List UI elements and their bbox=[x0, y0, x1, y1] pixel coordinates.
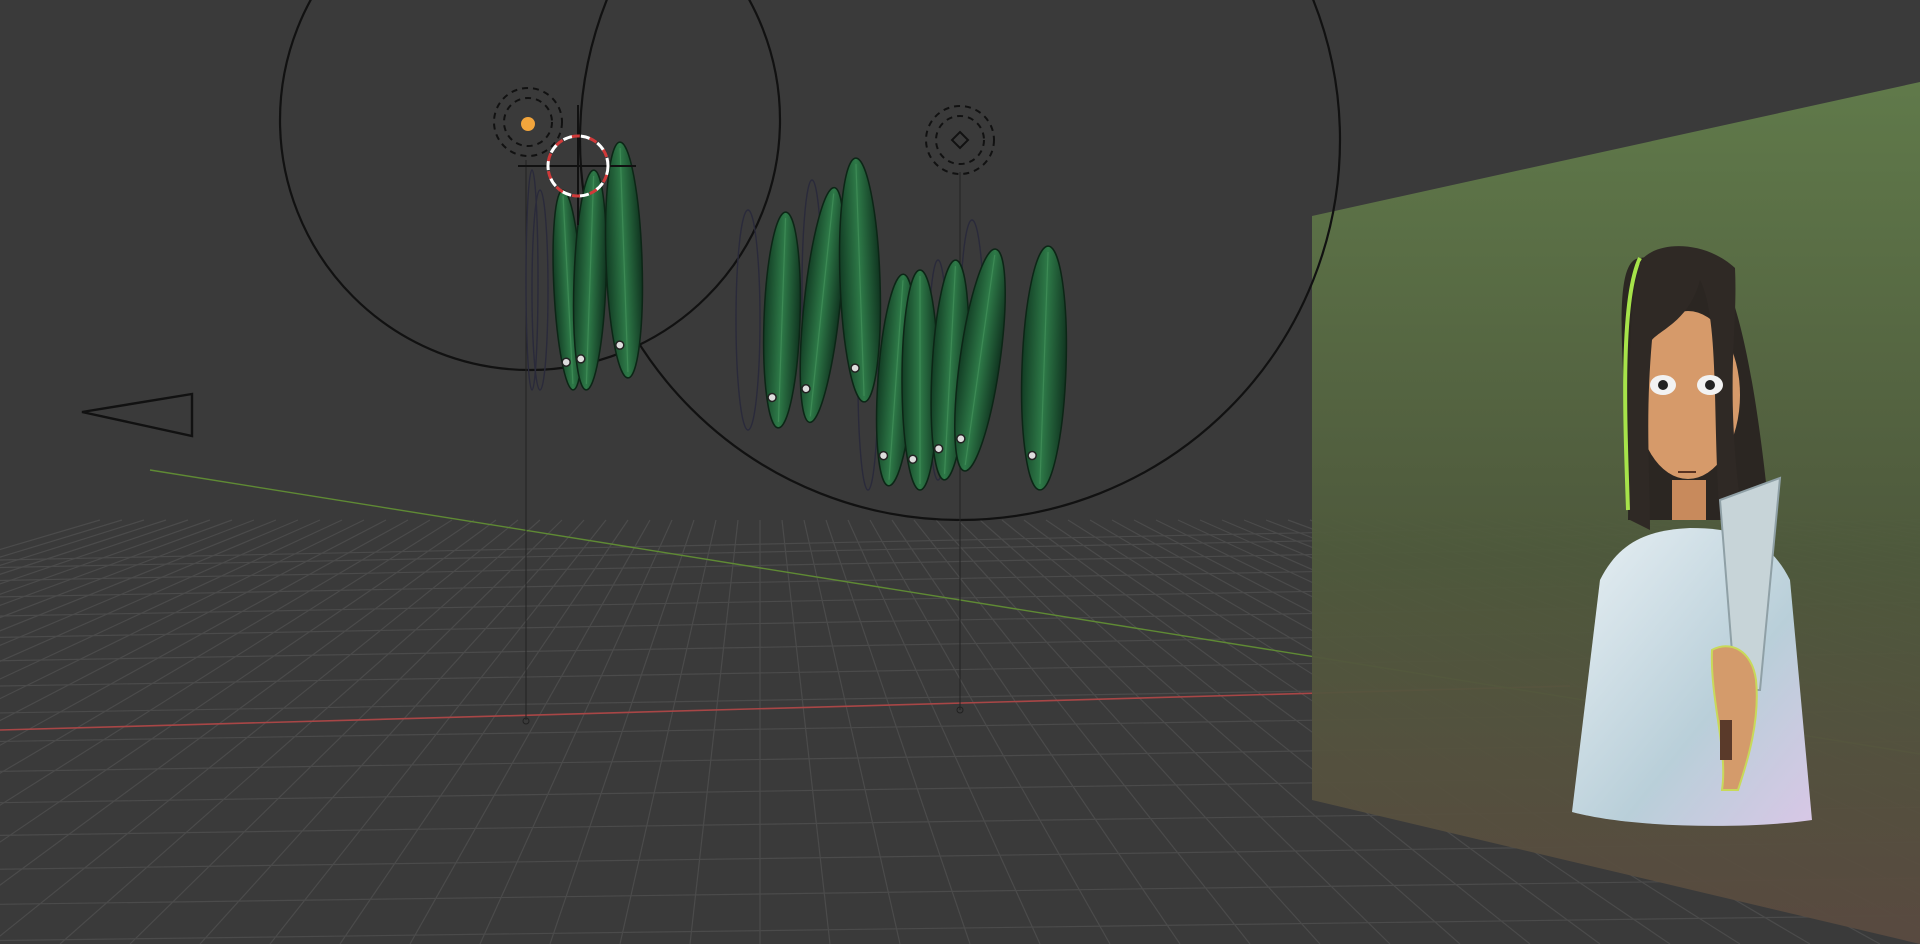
3d-viewport[interactable] bbox=[0, 0, 1920, 944]
selected-origin-dot bbox=[521, 117, 535, 131]
viewport-canvas[interactable] bbox=[0, 0, 1920, 944]
reference-image-plane[interactable] bbox=[1312, 82, 1920, 944]
